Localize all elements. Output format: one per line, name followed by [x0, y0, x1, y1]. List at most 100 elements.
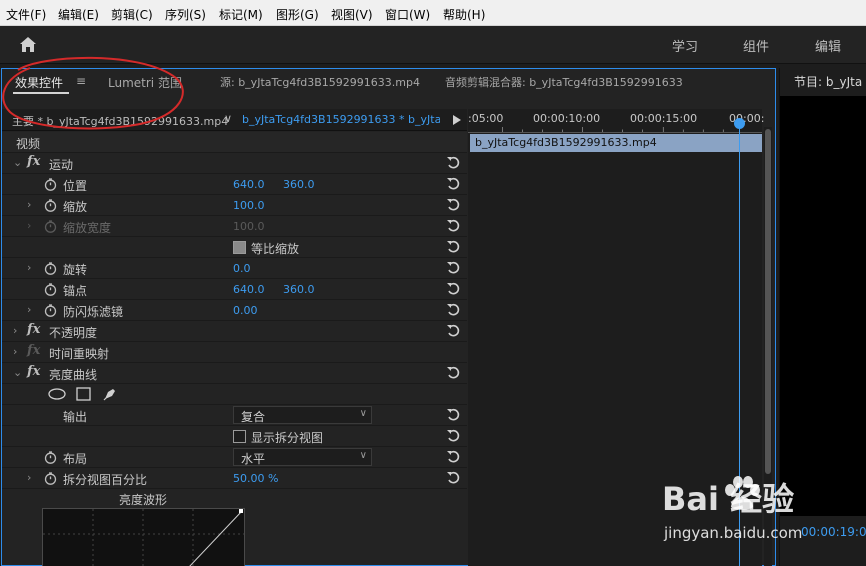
- luma-curve-graph[interactable]: [42, 508, 245, 566]
- menu-sequence[interactable]: 序列(S): [165, 6, 206, 23]
- tab-lumetri-scopes[interactable]: Lumetri 范围: [108, 74, 182, 91]
- expand-down-icon[interactable]: ⌄: [13, 366, 22, 379]
- reset-icon[interactable]: [446, 408, 460, 422]
- reset-icon[interactable]: [446, 198, 460, 212]
- vertical-scrollbar[interactable]: [764, 127, 772, 566]
- chevron-down-icon: ∨: [359, 408, 367, 419]
- opacity-effect-row[interactable]: › fx 不透明度: [2, 321, 467, 342]
- layout-label: 布局: [63, 452, 88, 466]
- reset-icon[interactable]: [446, 303, 460, 317]
- rotation-value[interactable]: 0.0: [233, 262, 251, 275]
- menu-file[interactable]: 文件(F): [6, 6, 46, 23]
- layout-row: 布局 水平 ∨: [2, 447, 467, 468]
- motion-effect-row[interactable]: ⌄ fx 运动: [2, 153, 467, 174]
- reset-icon[interactable]: [446, 240, 460, 254]
- effect-controls-panel: 效果控件 ≡ Lumetri 范围 源: b_yJtaTcg4fd3B15929…: [1, 68, 776, 566]
- stopwatch-icon[interactable]: [44, 472, 57, 485]
- reset-icon[interactable]: [446, 450, 460, 464]
- menu-window[interactable]: 窗口(W): [385, 6, 430, 23]
- tab-effect-controls[interactable]: 效果控件: [15, 74, 63, 91]
- menu-clip[interactable]: 剪辑(C): [111, 6, 153, 23]
- curve-control-point[interactable]: [239, 509, 243, 513]
- workspace-learn[interactable]: 学习: [672, 36, 698, 55]
- rectangle-mask-icon[interactable]: [76, 387, 91, 401]
- clip-bar[interactable]: b_yJtaTcg4fd3B1592991633.mp4: [470, 134, 762, 152]
- reset-icon[interactable]: [446, 219, 460, 233]
- fx-icon[interactable]: fx: [27, 322, 40, 337]
- split-percent-value[interactable]: 50.00 %: [233, 472, 278, 485]
- playhead-handle[interactable]: [734, 118, 745, 129]
- chevron-down-icon[interactable]: ∨: [224, 112, 232, 125]
- anti-flicker-label: 防闪烁滤镜: [63, 305, 124, 319]
- reset-icon[interactable]: [446, 156, 460, 170]
- home-icon[interactable]: [18, 35, 38, 55]
- menu-graphics[interactable]: 图形(G): [276, 6, 319, 23]
- program-timecode[interactable]: 00:00:19:0: [801, 525, 866, 539]
- fx-icon[interactable]: fx: [27, 154, 40, 169]
- reset-icon[interactable]: [446, 282, 460, 296]
- expand-down-icon[interactable]: ⌄: [13, 156, 22, 169]
- stopwatch-icon[interactable]: [44, 199, 57, 212]
- scale-value[interactable]: 100.0: [233, 199, 265, 212]
- play-icon[interactable]: [451, 113, 463, 127]
- expand-right-icon[interactable]: ›: [27, 303, 31, 316]
- workspace-assembly[interactable]: 组件: [743, 36, 769, 55]
- workspace-editing[interactable]: 编辑: [815, 36, 841, 55]
- panel-tab-bar: 效果控件 ≡ Lumetri 范围 源: b_yJtaTcg4fd3B15929…: [2, 69, 775, 99]
- expand-right-icon[interactable]: ›: [27, 471, 31, 484]
- expand-right-icon[interactable]: ›: [13, 324, 17, 337]
- master-clip-label[interactable]: 主要 * b_yJtaTcg4fd3B1592991633.mp4: [12, 113, 228, 129]
- expand-right-icon: ›: [27, 219, 32, 232]
- tab-program-monitor[interactable]: 节目: b_yJta: [794, 73, 862, 90]
- stopwatch-icon[interactable]: [44, 262, 57, 275]
- reset-icon[interactable]: [446, 429, 460, 443]
- time-remap-label: 时间重映射: [49, 347, 110, 361]
- position-x-value[interactable]: 640.0: [233, 178, 265, 191]
- panel-menu-icon[interactable]: ≡: [76, 74, 86, 88]
- tab-source-monitor[interactable]: 源: b_yJtaTcg4fd3B1592991633.mp4: [220, 74, 420, 90]
- expand-right-icon[interactable]: ›: [27, 261, 31, 274]
- reset-icon[interactable]: [446, 177, 460, 191]
- position-y-value[interactable]: 360.0: [283, 178, 315, 191]
- split-view-checkbox[interactable]: [233, 430, 246, 443]
- anchor-y-value[interactable]: 360.0: [283, 283, 315, 296]
- time-remap-row[interactable]: › fx 时间重映射: [2, 342, 467, 363]
- stopwatch-icon: [44, 220, 57, 233]
- fx-icon[interactable]: fx: [27, 364, 40, 379]
- scrollbar-thumb[interactable]: [765, 129, 771, 474]
- anchor-point-row: 锚点 640.0 360.0: [2, 279, 467, 300]
- sequence-clip-label[interactable]: b_yJtaTcg4fd3B1592991633 * b_yJtaT...: [242, 113, 440, 126]
- anti-flicker-value[interactable]: 0.00: [233, 304, 258, 317]
- anti-flicker-row: › 防闪烁滤镜 0.00: [2, 300, 467, 321]
- tab-audio-clip-mixer[interactable]: 音频剪辑混合器: b_yJtaTcg4fd3B1592991633: [445, 74, 683, 90]
- effect-timeline[interactable]: :05:00 00:00:10:00 00:00:15:00 00:00: b_…: [468, 109, 764, 566]
- menu-help[interactable]: 帮助(H): [443, 6, 485, 23]
- stopwatch-icon[interactable]: [44, 178, 57, 191]
- menu-edit[interactable]: 编辑(E): [58, 6, 99, 23]
- output-row: 输出 复合 ∨: [2, 405, 467, 426]
- menu-view[interactable]: 视图(V): [331, 6, 373, 23]
- position-row: 位置 640.0 360.0: [2, 174, 467, 195]
- output-dropdown[interactable]: 复合 ∨: [233, 406, 372, 424]
- pen-mask-icon[interactable]: [102, 386, 118, 402]
- luma-curve-effect-row[interactable]: ⌄ fx 亮度曲线: [2, 363, 467, 384]
- anchor-x-value[interactable]: 640.0: [233, 283, 265, 296]
- reset-icon[interactable]: [446, 324, 460, 338]
- menu-bar: 文件(F) 编辑(E) 剪辑(C) 序列(S) 标记(M) 图形(G) 视图(V…: [0, 0, 866, 26]
- layout-dropdown[interactable]: 水平 ∨: [233, 448, 372, 466]
- expand-right-icon[interactable]: ›: [27, 198, 31, 211]
- split-view-label: 显示拆分视图: [251, 431, 324, 445]
- video-section-header: 视频: [2, 132, 467, 153]
- stopwatch-icon[interactable]: [44, 451, 57, 464]
- expand-right-icon[interactable]: ›: [13, 345, 17, 358]
- time-ruler[interactable]: [468, 127, 762, 133]
- reset-icon[interactable]: [446, 261, 460, 275]
- reset-icon[interactable]: [446, 471, 460, 485]
- reset-icon[interactable]: [446, 366, 460, 380]
- anchor-label: 锚点: [63, 284, 88, 298]
- ellipse-mask-icon[interactable]: [48, 388, 66, 400]
- stopwatch-icon[interactable]: [44, 304, 57, 317]
- uniform-scale-checkbox[interactable]: [233, 241, 246, 254]
- stopwatch-icon[interactable]: [44, 283, 57, 296]
- menu-markers[interactable]: 标记(M): [219, 6, 263, 23]
